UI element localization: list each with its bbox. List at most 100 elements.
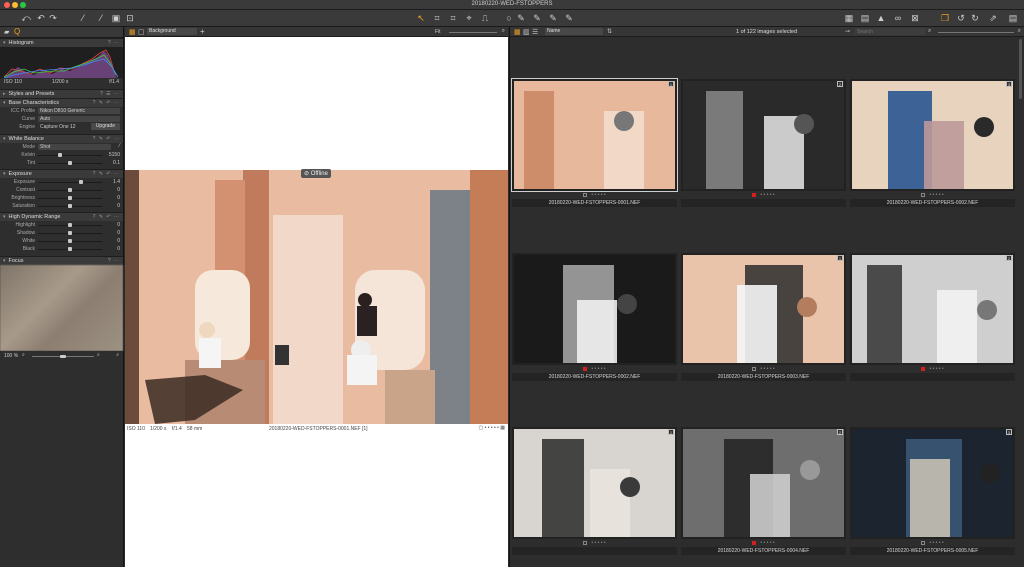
thumbnail[interactable] — [512, 253, 677, 365]
adjust-tab-icon[interactable]: Q — [14, 27, 20, 36]
viewer-rating[interactable]: ▢ • • • • • ▦ — [478, 425, 505, 431]
color-tag[interactable] — [583, 366, 588, 371]
exposure-slider[interactable] — [38, 196, 102, 200]
color-tag[interactable] — [921, 192, 926, 197]
icc-profile-select[interactable]: Nikon D810 Generic — [38, 108, 120, 114]
color-tag[interactable] — [752, 192, 757, 197]
hdr-value[interactable]: 0 — [117, 238, 120, 244]
exposure-slider-knob[interactable] — [78, 180, 83, 184]
color-tag[interactable] — [921, 366, 926, 371]
filter-icon[interactable]: ⊸ — [845, 28, 850, 35]
browser-scrollbar[interactable] — [1019, 39, 1022, 99]
viewer-zoom-slider[interactable] — [449, 32, 497, 33]
list-view-icon[interactable]: ▤ — [860, 12, 870, 24]
star-rating[interactable]: • • • • • — [929, 366, 943, 372]
redo-icon[interactable]: ↷ — [48, 12, 58, 24]
tool-actions-icon[interactable]: ? ✎ ↶ ⋯ — [93, 100, 120, 106]
copy-adjustments-icon[interactable]: ❐ — [940, 12, 950, 24]
thumbnail-rating[interactable]: • • • • • — [512, 192, 677, 199]
focus-zoom-slider[interactable] — [32, 355, 94, 358]
exposure-value[interactable]: 0 — [117, 195, 120, 201]
exposure-slider[interactable] — [38, 188, 102, 192]
workspace-icon[interactable]: ▤ — [1008, 12, 1018, 24]
circle-icon[interactable]: ○ — [504, 12, 514, 24]
thumbnail[interactable]: 3 — [850, 79, 1015, 191]
star-rating[interactable]: • • • • • — [591, 540, 605, 546]
mask-brush-icon[interactable]: ✎ — [516, 12, 526, 24]
single-view-icon[interactable]: ▢ — [138, 28, 145, 36]
thumbnail[interactable]: 2 — [681, 79, 846, 191]
star-rating[interactable]: • • • • • — [760, 366, 774, 372]
zoom-in-icon[interactable]: ⌕ — [97, 352, 100, 358]
library-tab-icon[interactable]: ▰ — [4, 28, 9, 36]
sort-select[interactable]: Name — [545, 28, 603, 35]
thumbnail-rating[interactable]: • • • • • — [512, 366, 677, 373]
focus-search-icon[interactable]: ⌕ — [116, 352, 119, 358]
focus-zoom-knob[interactable] — [60, 355, 66, 358]
tool-actions-icon[interactable]: ? ☰ ⋯ — [100, 91, 120, 97]
thumbnail-rating[interactable]: • • • • • — [850, 192, 1015, 199]
hdr-slider-knob[interactable] — [68, 239, 72, 243]
kelvin-slider[interactable] — [38, 153, 102, 157]
exposure-slider[interactable] — [38, 180, 102, 184]
browser-zoom-slider[interactable] — [938, 32, 1014, 33]
thumbnail[interactable]: 2 — [850, 253, 1015, 365]
exposure-value[interactable]: 1.4 — [113, 179, 120, 185]
upgrade-button[interactable]: Upgrade — [90, 123, 120, 130]
exposure-header[interactable]: ▾ Exposure ? ✎ ↶ ⋯ — [0, 169, 123, 178]
browser-grid-icon[interactable]: ▦ — [514, 28, 521, 36]
star-rating[interactable]: • • • • • — [929, 540, 943, 546]
thumbnail-rating[interactable]: • • • • • — [681, 540, 846, 547]
hdr-slider-knob[interactable] — [68, 223, 72, 227]
layer-select[interactable]: Background — [147, 28, 197, 35]
thumbnail[interactable]: 3 — [850, 427, 1015, 539]
spot-icon[interactable]: ⎍ — [480, 12, 490, 24]
color-tag[interactable] — [583, 540, 588, 545]
curve-select[interactable]: Auto — [38, 116, 120, 122]
zoom-out-icon[interactable]: ⌕ — [22, 352, 25, 358]
reset-icon[interactable]: ↺ — [956, 12, 966, 24]
tint-value[interactable]: 0.1 — [113, 160, 120, 166]
picker-icon[interactable]: ⁄ — [78, 12, 88, 24]
hdr-header[interactable]: ▾ High Dynamic Range ? ✎ ↶ ⋯ — [0, 212, 123, 221]
search-input[interactable] — [855, 28, 925, 35]
main-photo[interactable] — [125, 170, 508, 424]
star-rating[interactable]: • • • • • — [760, 192, 774, 198]
brush-icon[interactable]: ⁄ — [96, 12, 106, 24]
hdr-value[interactable]: 0 — [117, 222, 120, 228]
grid-icon[interactable]: ▦ — [129, 28, 136, 36]
picker-tool-icon[interactable]: ✎ — [564, 12, 574, 24]
exposure-value[interactable]: 0 — [117, 187, 120, 193]
histogram-header[interactable]: ▾ Histogram ? ⋯ — [0, 38, 123, 47]
kelvin-value[interactable]: 5150 — [109, 152, 120, 158]
glasses-icon[interactable]: ∞ — [892, 12, 904, 24]
hdr-slider[interactable] — [38, 239, 102, 243]
hdr-slider[interactable] — [38, 231, 102, 235]
hdr-slider-knob[interactable] — [68, 247, 72, 251]
tool-actions-icon[interactable]: ? ✎ ↶ ⋯ — [93, 136, 120, 142]
hdr-slider[interactable] — [38, 247, 102, 251]
white-balance-header[interactable]: ▾ White Balance ? ✎ ↶ ⋯ — [0, 134, 123, 143]
crop-icon[interactable]: ⌗ — [432, 12, 442, 24]
thumbnail-rating[interactable]: • • • • • — [681, 366, 846, 373]
thumbnail[interactable]: 1 — [512, 427, 677, 539]
gradient-icon[interactable]: ✎ — [548, 12, 558, 24]
add-layer-icon[interactable]: + — [200, 27, 205, 36]
sort-direction-icon[interactable]: ⇅ — [607, 28, 612, 35]
undo-icon[interactable]: ↶ — [36, 12, 46, 24]
browser-zoom-icon[interactable]: ⌕ — [928, 28, 931, 35]
color-tag[interactable] — [752, 366, 757, 371]
tint-slider-knob[interactable] — [68, 161, 72, 165]
hdr-slider-knob[interactable] — [68, 231, 72, 235]
tint-slider[interactable] — [38, 161, 102, 165]
star-rating[interactable]: • • • • • — [591, 366, 605, 372]
viewer-zoom-icon[interactable]: ⌕ — [502, 28, 505, 35]
thumbnail-rating[interactable]: • • • • • — [850, 366, 1015, 373]
thumbnail[interactable]: 1 — [681, 253, 846, 365]
proof-icon[interactable]: ⊠ — [910, 12, 920, 24]
kelvin-slider-knob[interactable] — [58, 153, 62, 157]
browser-filmstrip-icon[interactable]: ▥ — [523, 28, 530, 36]
thumbnail-rating[interactable]: • • • • • — [512, 540, 677, 547]
import-icon[interactable]: ⤺ — [20, 12, 32, 24]
color-tag[interactable] — [921, 540, 926, 545]
